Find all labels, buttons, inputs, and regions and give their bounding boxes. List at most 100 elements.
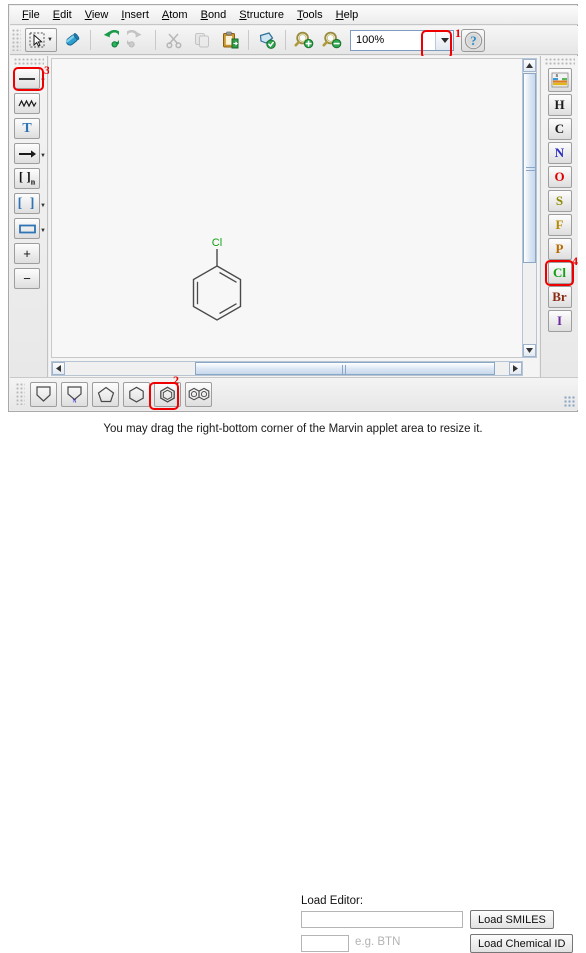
undo-button[interactable]	[96, 28, 122, 52]
canvas-horizontal-scrollbar[interactable]	[51, 361, 523, 376]
naphthalene-icon	[188, 387, 210, 402]
single-bond-tool-button[interactable]	[14, 68, 40, 89]
scroll-up-button[interactable]	[523, 59, 536, 72]
help-button[interactable]: ?	[461, 28, 485, 52]
load-smiles-button[interactable]: Load SMILES	[470, 910, 554, 929]
drawing-canvas[interactable]: Cl	[51, 58, 523, 358]
template-toolbar: N	[10, 377, 578, 410]
decrease-charge-tool-wrap: −	[10, 268, 48, 292]
increase-charge-tool-button[interactable]: +	[14, 243, 40, 264]
menu-item-file[interactable]: File	[16, 7, 47, 23]
horizontal-scrollbar-thumb[interactable]	[195, 362, 495, 375]
element-button-I[interactable]: I	[547, 310, 572, 332]
chain-tool-button[interactable]	[14, 93, 40, 114]
element-button-N[interactable]: N	[547, 142, 572, 164]
chevron-down-icon[interactable]: ▼	[40, 153, 46, 159]
menu-item-insert[interactable]: Insert	[115, 7, 156, 23]
scroll-left-button[interactable]	[52, 362, 65, 375]
svg-text:s: s	[555, 73, 558, 79]
rectangle-tool-button[interactable]	[14, 218, 40, 239]
menu-item-view[interactable]: View	[79, 7, 116, 23]
decrease-charge-tool-button[interactable]: −	[14, 268, 40, 289]
menu-item-bond[interactable]: Bond	[195, 7, 234, 23]
zoom-in-button[interactable]	[291, 28, 317, 52]
smiles-input[interactable]	[301, 911, 463, 928]
question-mark-icon: ?	[464, 31, 483, 50]
single-bond-icon	[18, 75, 36, 83]
text-tool-button[interactable]: T	[14, 118, 40, 139]
zigzag-chain-icon	[17, 98, 37, 109]
template-cyclohexane-flat-button[interactable]	[30, 381, 57, 407]
template-cyclohexane-button[interactable]	[123, 381, 150, 407]
chevron-down-icon[interactable]: ▼	[40, 78, 46, 84]
marker-2-number: 2	[173, 373, 179, 387]
element-button-O[interactable]: O	[547, 166, 572, 188]
scroll-right-button[interactable]	[509, 362, 522, 375]
zoom-level-value: 100%	[356, 34, 385, 46]
magnifier-minus-icon	[322, 30, 342, 50]
template-cyclopentane-button[interactable]	[92, 381, 119, 407]
clean-structure-button[interactable]	[254, 28, 280, 52]
rectangle-icon	[18, 224, 36, 234]
toolbar-separator	[285, 30, 286, 50]
element-button-S[interactable]: S	[547, 190, 572, 212]
zoom-level-combobox[interactable]: 100%	[350, 29, 454, 51]
text-tool-wrap: T	[10, 118, 48, 142]
template-toolbar-drag-grip[interactable]	[16, 383, 25, 405]
redo-button[interactable]	[124, 28, 150, 52]
minus-icon: −	[23, 271, 31, 286]
element-symbol: C	[554, 121, 565, 136]
menu-item-edit[interactable]: Edit	[47, 7, 79, 23]
zoom-out-button[interactable]	[319, 28, 345, 52]
chemical-id-input[interactable]	[301, 935, 349, 952]
element-button-Cl[interactable]: Cl	[547, 262, 572, 284]
cut-button[interactable]	[161, 28, 187, 52]
load-chemical-id-button[interactable]: Load Chemical ID	[470, 934, 574, 953]
menu-item-structure[interactable]: Structure	[233, 7, 291, 23]
element-symbol: F	[555, 217, 564, 232]
menu-item-help[interactable]: Help	[330, 7, 366, 23]
periodic-table-button[interactable]: s	[547, 68, 572, 92]
vertical-scrollbar-thumb[interactable]	[523, 73, 536, 263]
menu-item-atom[interactable]: Atom	[156, 7, 195, 23]
arrow-tool-button[interactable]	[14, 143, 40, 164]
template-piperidine-button[interactable]: N	[61, 381, 88, 407]
chlorobenzene-structure: Cl	[192, 237, 242, 321]
paste-button[interactable]	[217, 28, 243, 52]
rectangle-tool-wrap: ▼	[10, 218, 48, 242]
repeating-unit-tool-button[interactable]: [ ]n	[14, 168, 40, 189]
element-button-P[interactable]: P	[547, 238, 572, 260]
element-button-Br[interactable]: Br	[547, 286, 572, 308]
template-naphthalene-button[interactable]	[185, 381, 212, 407]
toolbar-drag-grip[interactable]	[12, 29, 21, 51]
element-symbol: I	[556, 313, 563, 328]
pentagon-icon	[97, 386, 115, 403]
increase-charge-tool-wrap: +	[10, 243, 48, 267]
element-button-F[interactable]: F	[547, 214, 572, 236]
toolbar-separator	[155, 30, 156, 50]
plus-icon: +	[23, 246, 31, 261]
element-palette-drag-grip[interactable]	[544, 58, 575, 65]
element-symbol: S	[555, 193, 564, 208]
copy-button[interactable]	[189, 28, 215, 52]
left-palette-drag-grip[interactable]	[13, 58, 44, 65]
chevron-down-icon[interactable]: ▼	[47, 37, 53, 43]
element-button-H[interactable]: H	[547, 94, 572, 116]
hexagon-flat-top-icon	[34, 385, 53, 403]
selection-tool-button[interactable]: ▼	[25, 28, 57, 52]
eraser-tool-button[interactable]	[59, 28, 85, 52]
resize-hint-text: You may drag the right-bottom corner of …	[103, 423, 483, 435]
chevron-down-icon[interactable]: ▼	[40, 228, 46, 234]
chevron-down-icon[interactable]	[435, 30, 453, 50]
load-editor-label: Load Editor:	[301, 895, 364, 907]
marker-1-number: 1	[455, 26, 461, 40]
menu-item-tools[interactable]: Tools	[291, 7, 330, 23]
chevron-down-icon[interactable]: ▼	[40, 203, 46, 209]
bracket-tool-button[interactable]: [ ]	[14, 193, 40, 214]
scroll-down-button[interactable]	[523, 344, 536, 357]
toolbar-separator	[248, 30, 249, 50]
main-toolbar: ▼ 100% ?	[10, 26, 578, 55]
canvas-vertical-scrollbar[interactable]	[522, 58, 537, 358]
element-button-C[interactable]: C	[547, 118, 572, 140]
applet-resize-handle[interactable]	[564, 396, 576, 408]
